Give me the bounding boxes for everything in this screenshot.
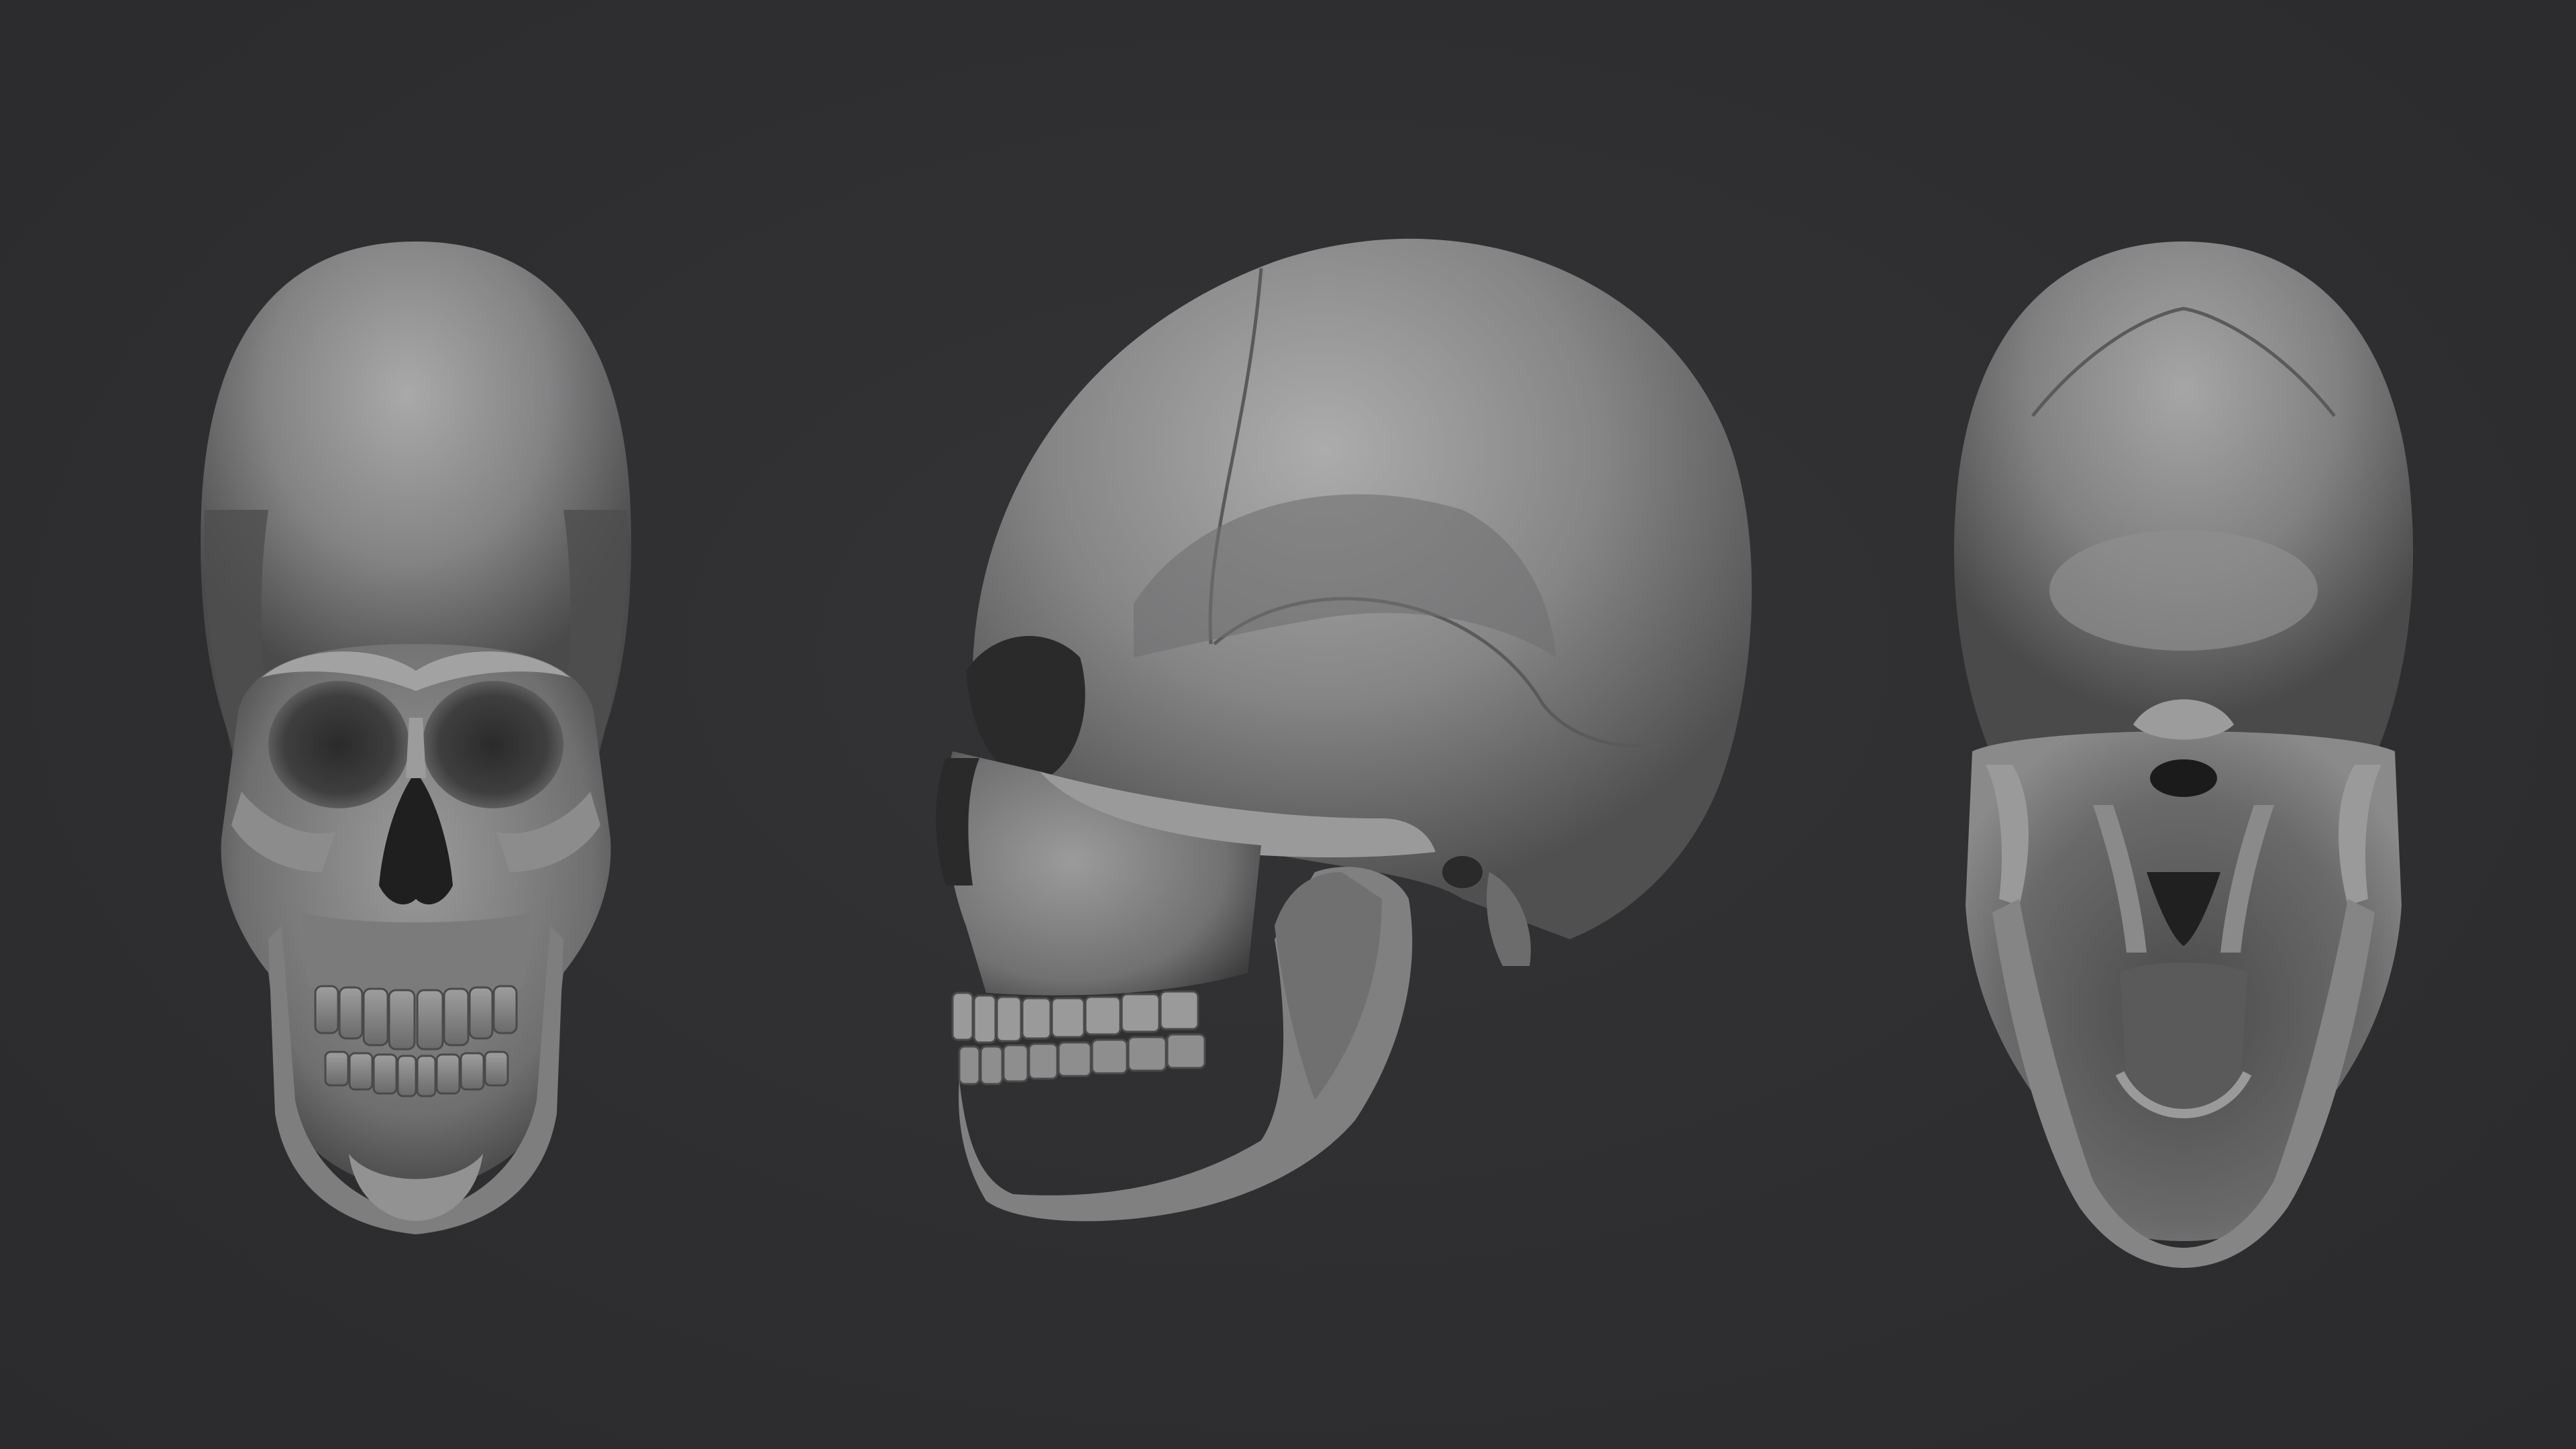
skull-front-svg <box>201 241 631 1234</box>
skull-base-svg <box>1953 241 2414 1268</box>
nasal-bone <box>406 718 426 778</box>
upper-teeth <box>951 990 1199 1044</box>
ear-canal <box>1442 856 1483 888</box>
skull-side-view <box>912 0 1784 1449</box>
orbit <box>966 635 1085 780</box>
sculpt-viewport <box>0 0 2576 1449</box>
orbit-right <box>423 681 564 808</box>
maxilla <box>302 912 530 996</box>
cranium <box>1953 241 2414 771</box>
occipital-protuberance <box>2049 530 2318 651</box>
orbit-left <box>268 681 409 808</box>
skull-base-view <box>1865 0 2502 1449</box>
skull-side-svg <box>936 238 1752 1222</box>
lower-teeth <box>958 1033 1206 1085</box>
skull-front-view <box>80 0 751 1449</box>
foramen-magnum <box>2150 759 2217 797</box>
